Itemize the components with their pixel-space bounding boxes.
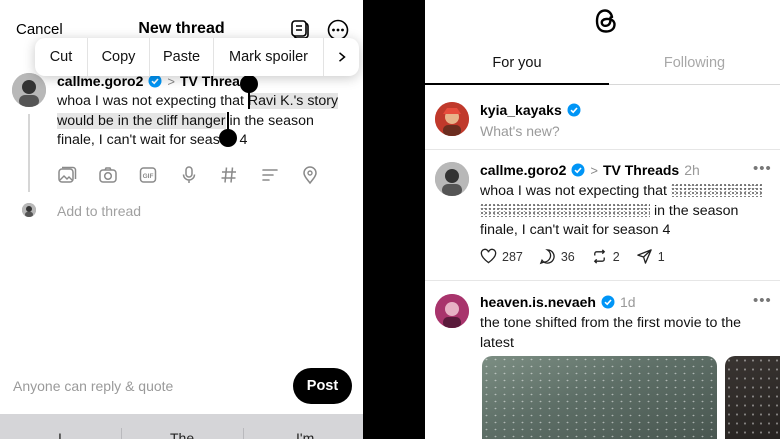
post-more-icon[interactable]: ••• — [753, 292, 772, 309]
divider — [243, 428, 244, 439]
tab-for-you[interactable]: For you — [425, 55, 609, 71]
post-more-icon[interactable]: ••• — [753, 160, 772, 177]
post-text: the tone shifted from the first movie to… — [480, 315, 742, 351]
reply-permission-setting[interactable]: Anyone can reply & quote — [13, 378, 173, 394]
topic-tag[interactable]: TV Threads — [603, 162, 679, 178]
text-edit-menu: Cut Copy Paste Mark spoiler — [35, 38, 359, 76]
keyboard-suggestion[interactable]: I — [58, 430, 62, 439]
gallery-icon[interactable] — [57, 164, 98, 186]
poll-icon[interactable] — [260, 164, 301, 186]
copy-menu-item[interactable]: Copy — [88, 38, 150, 76]
verified-icon — [601, 295, 615, 309]
comment-count: 36 — [560, 249, 575, 264]
chevron-right-icon: > — [590, 162, 598, 178]
post-button[interactable]: Post — [293, 368, 352, 404]
timestamp: 1d — [619, 294, 636, 310]
verified-icon — [148, 74, 162, 88]
verified-icon — [567, 103, 581, 117]
paste-menu-item[interactable]: Paste — [150, 38, 214, 76]
like-button[interactable]: 287 — [480, 248, 523, 265]
share-count: 1 — [657, 249, 665, 264]
gif-icon[interactable]: GIF — [138, 164, 179, 186]
keyboard-suggestion-bar: I The I'm — [0, 414, 363, 439]
hashtag-icon[interactable] — [219, 164, 260, 186]
thread-line — [28, 114, 30, 192]
avatar[interactable] — [435, 102, 469, 136]
menu-next-icon[interactable] — [324, 38, 359, 76]
timestamp: 2h — [684, 162, 700, 178]
avatar — [12, 73, 46, 107]
active-tab-indicator — [425, 83, 609, 85]
microphone-icon[interactable] — [179, 164, 220, 186]
location-icon[interactable] — [300, 164, 341, 186]
post-media-image[interactable] — [725, 356, 780, 439]
verified-icon — [571, 163, 585, 177]
divider — [121, 428, 122, 439]
post-media-image[interactable] — [482, 356, 717, 439]
post-text-start: whoa I was not expecting that — [480, 183, 667, 199]
spoiler-block[interactable] — [670, 183, 764, 197]
repost-count: 2 — [612, 249, 620, 264]
composer-prompt-user: kyia_kayaks — [480, 102, 581, 118]
tab-following[interactable]: Following — [609, 55, 780, 71]
composer-text-field[interactable]: whoa I was not expecting that Ravi K.'s … — [57, 92, 349, 151]
svg-text:GIF: GIF — [143, 173, 154, 180]
post-header: callme.goro2 > TV Threads 2h — [480, 162, 700, 178]
comment-button[interactable]: 36 — [539, 248, 575, 265]
text-plain: whoa I was not expecting that — [57, 93, 248, 109]
attachment-toolbar: GIF — [57, 164, 341, 186]
like-count: 287 — [502, 249, 523, 264]
add-to-thread-button[interactable]: Add to thread — [57, 203, 141, 219]
post-actions: 287 36 2 1 — [480, 248, 681, 265]
whats-new-input[interactable]: What's new? — [480, 123, 560, 139]
avatar[interactable] — [435, 294, 469, 328]
feed-panel: For you Following kyia_kayaks What's new… — [425, 0, 780, 439]
keyboard-suggestion[interactable]: The — [170, 430, 194, 439]
post-header: heaven.is.nevaeh 1d — [480, 294, 636, 310]
username[interactable]: heaven.is.nevaeh — [480, 294, 596, 310]
username[interactable]: callme.goro2 — [480, 162, 566, 178]
username: kyia_kayaks — [480, 102, 562, 118]
heart-icon — [480, 248, 497, 264]
share-button[interactable]: 1 — [636, 248, 665, 265]
keyboard-suggestion[interactable]: I'm — [296, 430, 314, 439]
divider — [425, 149, 780, 150]
composer-panel: Cancel New thread Cut Copy Paste Mark sp… — [0, 0, 363, 439]
cut-menu-item[interactable]: Cut — [35, 38, 88, 76]
threads-logo-icon[interactable] — [592, 5, 620, 37]
spoiler-block[interactable] — [480, 202, 650, 217]
tab-divider — [609, 84, 780, 85]
divider — [425, 280, 780, 281]
selection-caret-start — [248, 88, 250, 109]
mark-spoiler-menu-item[interactable]: Mark spoiler — [214, 38, 324, 76]
camera-icon[interactable] — [98, 164, 139, 186]
repost-icon — [593, 249, 605, 264]
avatar-small — [22, 203, 36, 217]
avatar[interactable] — [435, 162, 469, 196]
send-icon — [636, 249, 652, 264]
post-text: whoa I was not expecting that in the sea… — [480, 182, 772, 241]
selection-handle-end[interactable] — [219, 129, 237, 147]
comment-icon — [539, 249, 555, 265]
repost-button[interactable]: 2 — [591, 248, 620, 265]
